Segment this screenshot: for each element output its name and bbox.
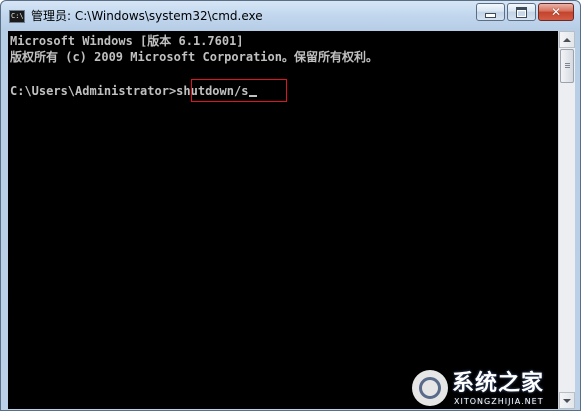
watermark-subtext: XITONGZHIJIA.NET [454,397,544,406]
cmd-window: C:\ 管理员: C:\Windows\system32\cmd.exe ✕ M… [0,0,581,411]
scroll-up-button[interactable] [559,31,575,48]
cmd-icon-glyph: C:\ [11,12,24,20]
watermark-logo-icon [412,370,448,406]
watermark-text: 系统之家 [452,371,545,396]
minimize-icon [485,13,496,18]
close-button[interactable]: ✕ [538,3,574,21]
minimize-button[interactable] [476,3,505,21]
window-title: 管理员: C:\Windows\system32\cmd.exe [31,9,263,23]
command-highlight-box [191,79,287,102]
arrow-up-icon [563,37,571,42]
close-icon: ✕ [550,5,562,19]
maximize-button[interactable] [507,3,536,21]
title-bar[interactable]: C:\ 管理员: C:\Windows\system32\cmd.exe ✕ [1,1,580,31]
console-prompt: C:\Users\Administrator> [10,84,177,98]
console-output[interactable]: Microsoft Windows [版本 6.1.7601] 版权所有 (c)… [8,31,558,409]
watermark: 系统之家 XITONGZHIJIA.NET [410,367,578,409]
grip-icon [565,63,570,69]
console-line-copyright: 版权所有 (c) 2009 Microsoft Corporation。保留所有… [10,50,378,64]
cmd-icon[interactable]: C:\ [9,10,25,23]
watermark-logo-ring [419,377,441,399]
scroll-thumb[interactable] [560,49,574,83]
vertical-scrollbar[interactable] [558,31,575,409]
maximize-icon [516,6,527,18]
console-line-version: Microsoft Windows [版本 6.1.7601] [10,34,244,48]
